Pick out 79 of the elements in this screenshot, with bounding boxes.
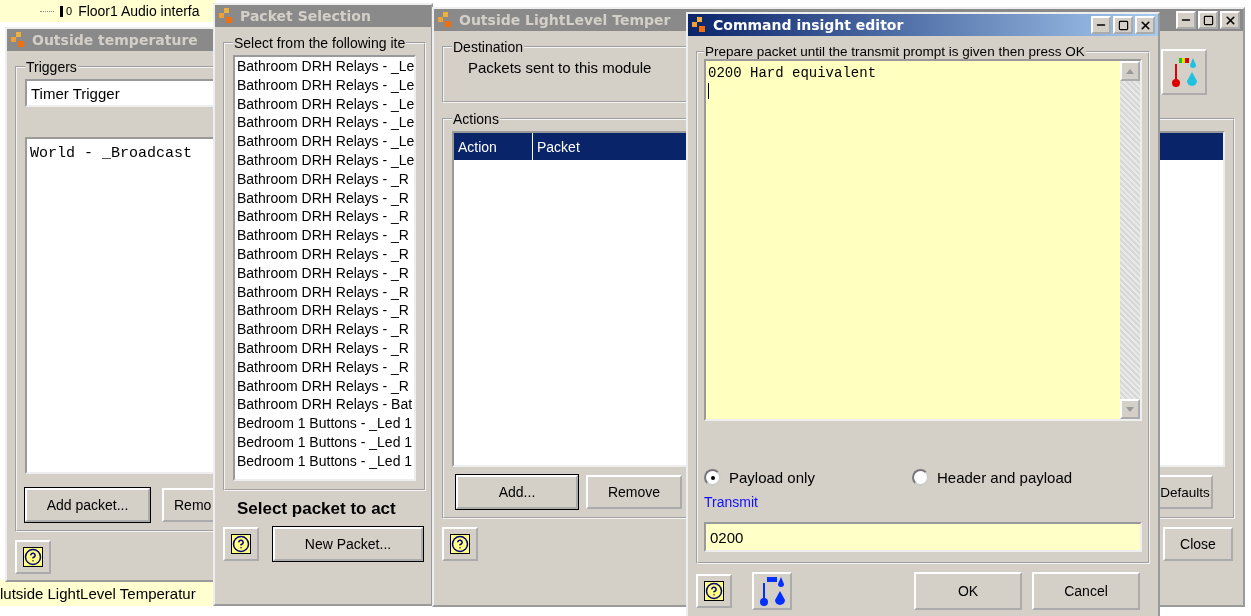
close-button[interactable] <box>1135 16 1155 34</box>
new-packet-button[interactable]: New Packet... <box>273 527 423 561</box>
help-button[interactable] <box>15 540 51 574</box>
list-item[interactable]: Bathroom DRH Relays - _R <box>235 320 415 339</box>
help-icon <box>704 581 724 601</box>
group-label: Triggers <box>25 59 78 75</box>
list-item[interactable]: Bathroom DRH Relays - _Le <box>235 57 415 76</box>
maximize-icon <box>1202 14 1214 26</box>
list-item[interactable]: Bedroom 1 Buttons - _Led 1 <box>235 414 415 433</box>
prompt-text: Select packet to act <box>236 499 397 519</box>
tree-value: 0 <box>60 5 73 17</box>
maximize-button[interactable] <box>1198 11 1218 29</box>
help-icon <box>23 547 43 567</box>
list-item[interactable]: Bathroom DRH Relays - _Le <box>235 75 415 95</box>
list-item[interactable]: Bathroom DRH Relays - _Le <box>235 94 415 114</box>
window-title: Packet Selection <box>240 8 371 24</box>
group-label: Prepare packet until the transmit prompt is given then press OK <box>704 44 1086 59</box>
trigger-field[interactable]: Timer Trigger <box>25 79 213 107</box>
minimize-button[interactable] <box>1091 16 1111 34</box>
maximize-icon <box>1117 19 1129 31</box>
close-button[interactable] <box>1220 11 1240 29</box>
help-button[interactable] <box>696 574 732 608</box>
help-icon <box>231 534 251 554</box>
close-icon <box>1223 13 1237 27</box>
ok-button[interactable]: OK <box>914 572 1022 610</box>
list-item[interactable]: Bathroom DRH Relays - _R <box>235 244 415 264</box>
thermometer-drops-icon <box>757 575 787 607</box>
remove-button[interactable]: Remo <box>162 488 213 522</box>
list-item[interactable]: World - _Broadcast <box>27 139 213 168</box>
help-button[interactable] <box>442 527 478 561</box>
transmit-label: Transmit <box>704 494 759 510</box>
thermometer-drops-icon <box>1169 56 1199 88</box>
list-item[interactable]: Bathroom DRH Relays - _R <box>235 188 415 208</box>
transmit-field[interactable]: 0200 <box>704 522 1142 552</box>
column-header[interactable]: Action <box>454 133 533 160</box>
help-button[interactable] <box>223 527 259 561</box>
list-item[interactable]: Bathroom DRH Relays - _R <box>235 338 415 358</box>
maximize-button[interactable] <box>1113 16 1133 34</box>
mode-radio[interactable]: Payload only <box>704 469 912 486</box>
list-item[interactable]: Bathroom DRH Relays - _R <box>235 263 415 283</box>
add-button[interactable]: Add... <box>456 475 578 509</box>
cancel-button[interactable]: Cancel <box>1032 572 1140 610</box>
list-item[interactable]: Bathroom DRH Relays - _R <box>235 226 415 245</box>
scroll-down-button[interactable] <box>1120 399 1140 419</box>
down-arrow-icon <box>1126 406 1134 412</box>
tree-item[interactable]: Floor1 Audio interfa <box>78 3 200 19</box>
window-title: Outside LightLevel Temper <box>459 12 671 28</box>
list-item[interactable]: Bathroom DRH Relays - _R <box>235 207 415 227</box>
close-icon <box>1138 18 1152 32</box>
thermometer-button[interactable] <box>1161 49 1207 95</box>
tree-item[interactable]: lutside LightLevel Temperatur <box>0 584 196 602</box>
list-item[interactable]: Bathroom DRH Relays - _Le <box>235 132 415 151</box>
minimize-button[interactable] <box>1176 11 1196 29</box>
group-label: Destination <box>452 39 525 55</box>
window-title: Command insight editor <box>713 17 904 33</box>
list-item[interactable]: Bathroom DRH Relays - _R <box>235 169 415 189</box>
add-packet-button[interactable]: Add packet... <box>25 488 150 522</box>
editor-tool-button[interactable] <box>752 572 792 610</box>
list-item[interactable]: Bathroom DRH Relays - _R <box>235 357 415 377</box>
list-item[interactable]: Bathroom DRH Relays - _R <box>235 301 415 321</box>
destination-text: Packets sent to this module <box>468 59 652 76</box>
mode-radio[interactable]: Header and payload <box>912 469 1073 486</box>
window-title: Outside temperature <box>32 32 198 48</box>
scroll-up-button[interactable] <box>1120 61 1140 81</box>
close-window-button[interactable]: Close <box>1163 527 1233 561</box>
list-item[interactable]: Bedroom 1 Buttons - _Led 1 <box>235 432 415 452</box>
list-item[interactable]: Bathroom DRH Relays - _R <box>235 282 415 302</box>
list-item[interactable]: Bathroom DRH Relays - _Le <box>235 151 415 170</box>
remove-button[interactable]: Remove <box>586 475 682 509</box>
defaults-button[interactable]: Defaults <box>1157 475 1213 509</box>
help-icon <box>450 534 470 554</box>
list-item[interactable]: Bathroom DRH Relays - Bat <box>235 395 415 415</box>
list-item[interactable]: Bathroom DRH Relays - _Le <box>235 113 415 133</box>
list-item[interactable]: Bathroom DRH Relays - _R <box>235 376 415 396</box>
list-item[interactable]: Bedroom 1 Buttons - _Led 1 <box>235 451 415 471</box>
scrollbar[interactable] <box>1120 61 1140 419</box>
up-arrow-icon <box>1126 68 1134 74</box>
group-label: Select from the following ite <box>233 35 407 51</box>
group-label: Actions <box>452 111 500 127</box>
